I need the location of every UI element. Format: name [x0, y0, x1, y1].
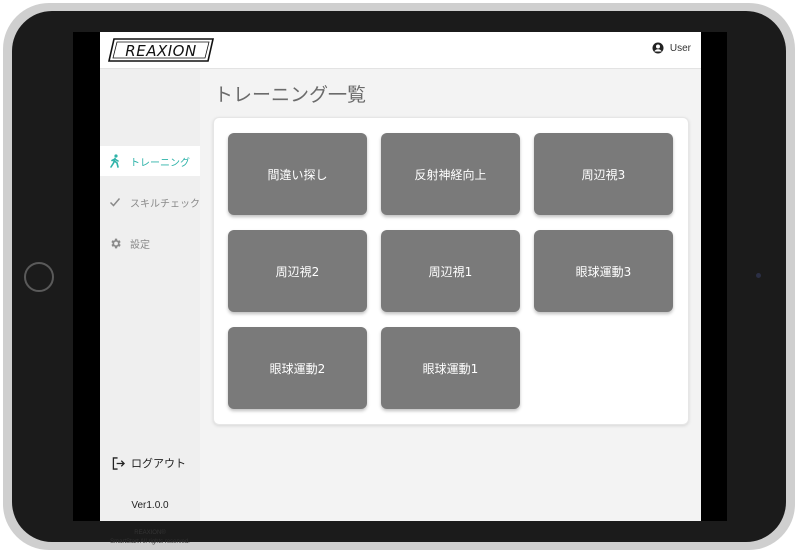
logout-icon [112, 456, 125, 470]
page-title: トレーニング一覧 [214, 84, 367, 106]
training-tile[interactable]: 眼球運動3 [534, 230, 673, 312]
training-tile[interactable]: 眼球運動1 [381, 327, 520, 409]
svg-text:REAXION: REAXION [125, 42, 196, 60]
app-header: REAXION User [100, 32, 701, 69]
account-icon [652, 42, 664, 54]
sidebar: トレーニング スキルチェック 設定 ログアウト Ver1.0.0 REAXION… [100, 69, 200, 545]
version-text: Ver1.0.0 [131, 500, 169, 511]
training-tile[interactable]: 周辺視2 [228, 230, 367, 312]
reaxion-logo[interactable]: REAXION [108, 38, 214, 62]
training-list-panel: 間違い探し 反射神経向上 周辺視3 周辺視2 周辺視1 眼球運動3 眼球運動2 … [213, 117, 689, 425]
logout-button[interactable]: ログアウト [112, 455, 186, 471]
training-tile[interactable]: 周辺視1 [381, 230, 520, 312]
training-tile[interactable]: 間違い探し [228, 133, 367, 215]
training-tile[interactable]: 反射神経向上 [381, 133, 520, 215]
user-name: User [669, 42, 691, 54]
walk-icon [108, 154, 122, 168]
copyright-text: SmartStart All rights reserved. [110, 539, 190, 545]
sidebar-item-training[interactable]: トレーニング [100, 146, 200, 176]
copyright-brand: REAXION® [134, 530, 166, 536]
training-tile[interactable]: 眼球運動2 [228, 327, 367, 409]
copyright: REAXION® SmartStart All rights reserved. [100, 529, 200, 547]
home-button [24, 262, 54, 292]
app-window: REAXION User トレーニング スキルチェック 設定 ログアウト Ver… [100, 32, 701, 545]
gear-icon [108, 236, 122, 250]
camera-dot [756, 273, 761, 278]
sidebar-item-label: トレーニング [130, 157, 190, 169]
sidebar-item-label: スキルチェック [130, 198, 200, 210]
training-tile[interactable]: 周辺視3 [534, 133, 673, 215]
logout-label: ログアウト [131, 457, 186, 470]
check-icon [108, 195, 122, 209]
sidebar-item-label: 設定 [130, 239, 150, 251]
sidebar-item-settings[interactable]: 設定 [100, 228, 200, 258]
user-menu[interactable]: User [652, 42, 691, 54]
sidebar-item-skill-check[interactable]: スキルチェック [100, 187, 200, 217]
